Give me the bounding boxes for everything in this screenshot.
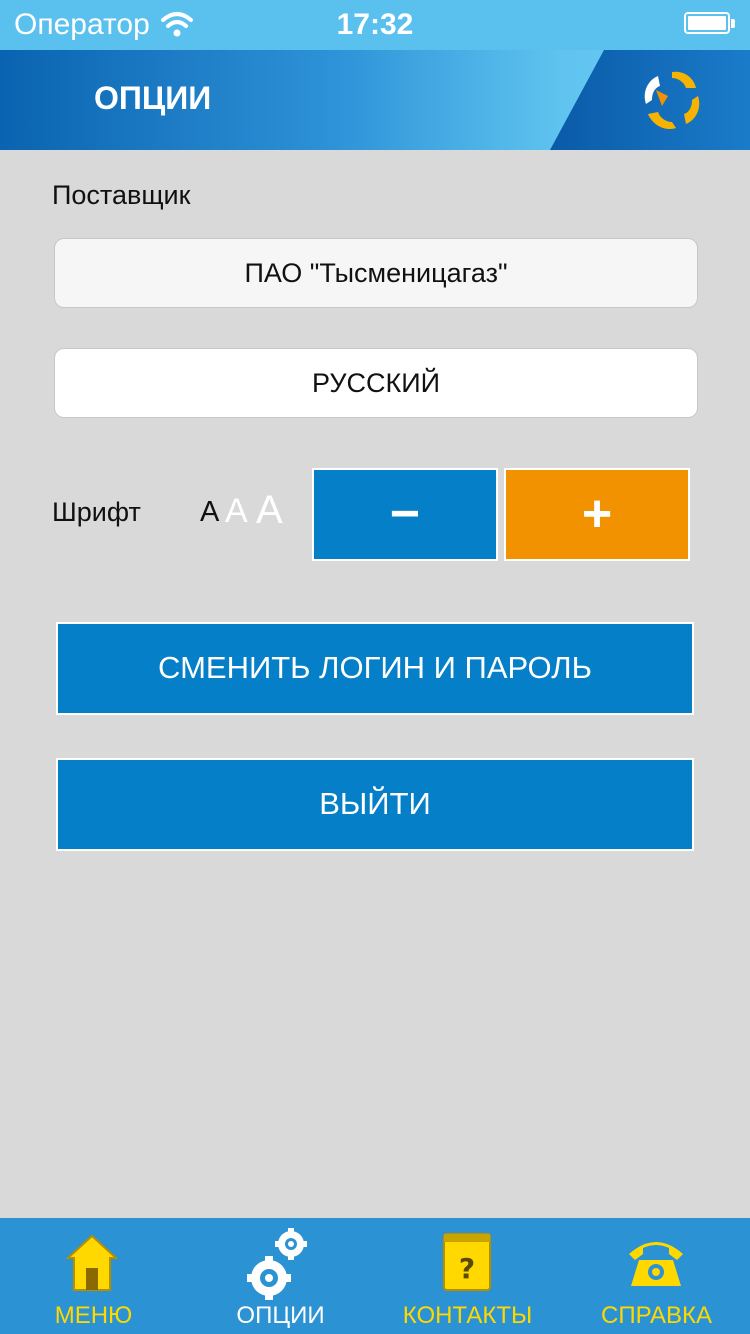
- battery-icon: [684, 12, 736, 36]
- tab-help-label: СПРАВКА: [601, 1302, 712, 1329]
- home-icon: [66, 1234, 118, 1291]
- supplier-select[interactable]: ПАО "Тысменицагаз": [54, 238, 698, 308]
- phone-icon: [629, 1242, 683, 1286]
- tab-contacts-label: КОНТАКТЫ: [402, 1302, 533, 1329]
- font-sample-medium: A: [225, 492, 248, 530]
- font-decrease-button[interactable]: −: [312, 468, 498, 561]
- company-logo-icon: [644, 71, 700, 130]
- svg-text:?: ?: [459, 1252, 475, 1285]
- logout-button[interactable]: ВЫЙТИ: [56, 758, 694, 851]
- tab-options[interactable]: ОПЦИИ: [187, 1218, 374, 1334]
- page-title: ОПЦИИ: [94, 80, 212, 116]
- header-bar: ОПЦИИ: [0, 50, 750, 150]
- clock: 17:32: [336, 8, 414, 41]
- language-select[interactable]: РУССКИЙ: [54, 348, 698, 418]
- change-credentials-button[interactable]: СМЕНИТЬ ЛОГИН И ПАРОЛЬ: [56, 622, 694, 715]
- tab-help[interactable]: СПРАВКА: [563, 1218, 750, 1334]
- gears-icon: [247, 1228, 307, 1300]
- tab-contacts[interactable]: ? КОНТАКТЫ: [374, 1218, 561, 1334]
- font-sample-small: A: [200, 496, 220, 528]
- tab-bar: МЕНЮ ОПЦИИ ? КОНТАКТЫ СПРАВКА: [0, 1218, 750, 1334]
- tab-options-label: ОПЦИИ: [236, 1302, 325, 1329]
- status-bar: Оператор 17:32: [0, 0, 750, 50]
- font-sample-large: A: [256, 488, 283, 532]
- font-increase-button[interactable]: +: [504, 468, 690, 561]
- tab-menu-label: МЕНЮ: [54, 1302, 133, 1329]
- supplier-label: Поставщик: [52, 180, 191, 210]
- tab-menu[interactable]: МЕНЮ: [0, 1218, 187, 1334]
- font-label: Шрифт: [52, 497, 141, 527]
- book-icon: ?: [443, 1233, 491, 1291]
